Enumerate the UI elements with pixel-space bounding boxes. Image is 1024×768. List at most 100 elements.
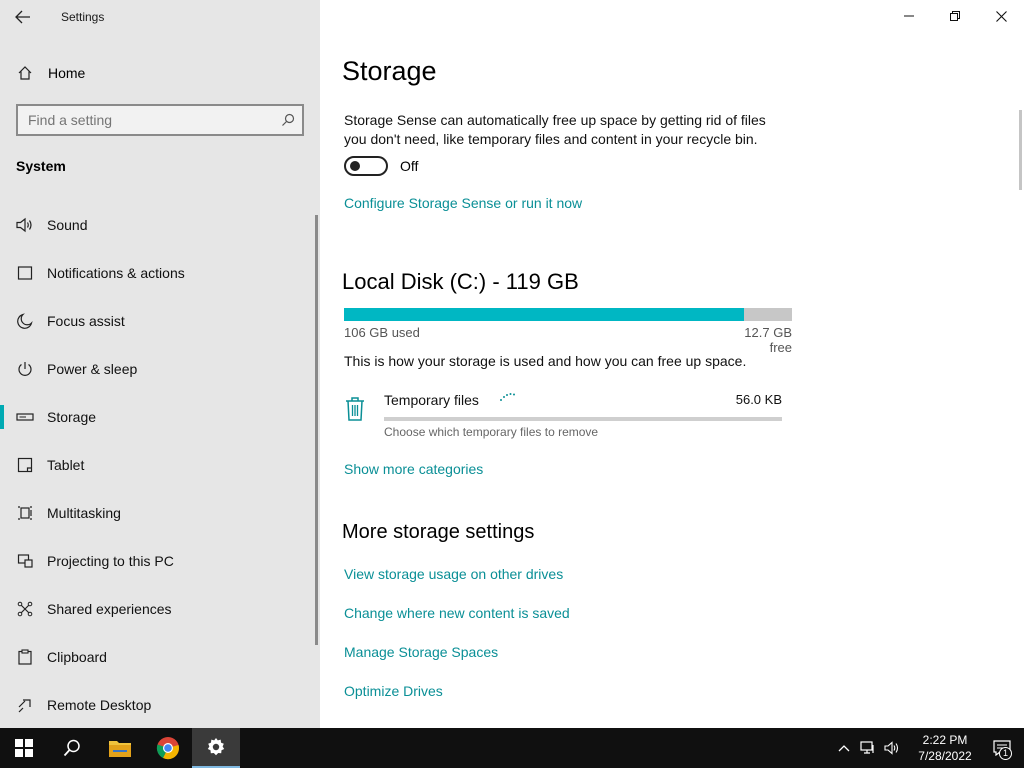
volume-button[interactable] — [880, 728, 904, 768]
sidebar-item-label: Projecting to this PC — [47, 553, 174, 569]
notification-icon — [16, 264, 34, 282]
more-storage-links: View storage usage on other drives Chang… — [344, 566, 570, 722]
sidebar-item-projecting[interactable]: Projecting to this PC — [0, 537, 320, 585]
toggle-state-label: Off — [400, 158, 419, 174]
home-nav-item[interactable]: Home — [0, 56, 320, 90]
manage-storage-spaces-link[interactable]: Manage Storage Spaces — [344, 644, 570, 683]
search-taskbar-button[interactable] — [48, 728, 96, 768]
app-title: Settings — [61, 10, 105, 24]
disk-used-label: 106 GB used — [344, 325, 420, 340]
sidebar-item-tablet[interactable]: Tablet — [0, 441, 320, 489]
search-icon[interactable] — [274, 106, 302, 134]
sidebar-item-label: Shared experiences — [47, 601, 172, 617]
chrome-icon — [156, 737, 179, 760]
windows-logo-icon — [15, 739, 33, 757]
back-button[interactable] — [0, 1, 46, 33]
chrome-button[interactable] — [144, 728, 192, 768]
folder-icon — [109, 741, 131, 757]
disk-title: Local Disk (C:) - 119 GB — [342, 269, 579, 294]
nav-list: Sound Notifications & actions Focus assi… — [0, 201, 320, 728]
main-scrollbar[interactable] — [1019, 110, 1022, 190]
sidebar-item-label: Notifications & actions — [47, 265, 185, 281]
main-content: Storage Storage Sense can automatically … — [320, 0, 1024, 728]
sidebar-item-label: Sound — [47, 217, 88, 233]
minimize-icon — [904, 15, 914, 17]
sidebar-item-label: Power & sleep — [47, 361, 138, 377]
page-title: Storage — [342, 56, 437, 86]
back-arrow-icon — [15, 10, 30, 24]
sidebar-item-label: Multitasking — [47, 505, 121, 521]
sidebar-item-storage[interactable]: Storage — [0, 393, 320, 441]
speaker-icon — [16, 216, 34, 234]
more-storage-settings-heading: More storage settings — [342, 521, 535, 543]
search-icon — [63, 739, 80, 757]
remote-desktop-icon — [16, 696, 34, 714]
sidebar-item-label: Storage — [47, 409, 97, 425]
network-button[interactable] — [856, 728, 880, 768]
start-button[interactable] — [0, 728, 48, 768]
action-center-button[interactable]: 1 — [980, 728, 1024, 768]
view-storage-other-drives-link[interactable]: View storage usage on other drives — [344, 566, 570, 605]
volume-icon — [884, 741, 899, 755]
sidebar-item-notifications[interactable]: Notifications & actions — [0, 249, 320, 297]
shared-experiences-icon — [16, 600, 34, 618]
close-icon — [995, 10, 1007, 22]
sidebar-scrollbar[interactable] — [315, 215, 318, 645]
sidebar-item-multitasking[interactable]: Multitasking — [0, 489, 320, 537]
tablet-icon — [16, 456, 34, 474]
power-icon — [16, 360, 34, 378]
storage-drive-icon — [16, 408, 34, 426]
clipboard-icon — [16, 648, 34, 666]
optimize-drives-link[interactable]: Optimize Drives — [344, 683, 570, 722]
file-explorer-button[interactable] — [96, 728, 144, 768]
search-box[interactable] — [16, 104, 304, 136]
moon-icon — [16, 312, 34, 330]
window-controls — [886, 0, 1024, 32]
minimize-button[interactable] — [886, 0, 932, 32]
toggle-knob — [350, 161, 360, 171]
category-name: Temporary files — [384, 392, 479, 408]
storage-sense-toggle[interactable] — [344, 156, 388, 176]
sidebar-item-label: Tablet — [47, 457, 85, 473]
category-usage-bar — [384, 417, 782, 421]
usage-description: This is how your storage is used and how… — [344, 353, 747, 369]
show-more-categories-link[interactable]: Show more categories — [344, 461, 483, 477]
network-icon — [860, 741, 874, 754]
chevron-up-icon — [838, 745, 850, 752]
category-temporary-files[interactable]: Temporary files 56.0 KB Choose which tem… — [344, 390, 784, 442]
sidebar-item-remote-desktop[interactable]: Remote Desktop — [0, 681, 320, 728]
gear-icon — [207, 738, 225, 756]
category-size: 56.0 KB — [735, 392, 782, 407]
disk-free-label: 12.7 GB free — [744, 325, 792, 355]
sidebar-item-sound[interactable]: Sound — [0, 201, 320, 249]
settings-taskbar-button[interactable] — [192, 728, 240, 768]
section-title: System — [16, 158, 66, 174]
configure-storage-sense-link[interactable]: Configure Storage Sense or run it now — [344, 195, 582, 211]
taskbar: 2:22 PM 7/28/2022 1 — [0, 728, 1024, 768]
notification-count-badge: 1 — [999, 747, 1012, 760]
title-bar: Settings — [0, 0, 320, 34]
multitasking-icon — [16, 504, 34, 522]
sidebar-item-label: Clipboard — [47, 649, 107, 665]
sidebar-item-focus-assist[interactable]: Focus assist — [0, 297, 320, 345]
show-hidden-icons-button[interactable] — [832, 728, 856, 768]
category-subtitle: Choose which temporary files to remove — [384, 425, 599, 439]
taskbar-clock[interactable]: 2:22 PM 7/28/2022 — [910, 732, 980, 764]
storage-sense-toggle-row: Off — [344, 156, 418, 176]
sidebar-item-label: Remote Desktop — [47, 697, 152, 713]
restore-icon — [950, 11, 960, 21]
trash-icon — [344, 396, 366, 422]
clock-time: 2:22 PM — [922, 733, 968, 747]
change-new-content-location-link[interactable]: Change where new content is saved — [344, 605, 570, 644]
close-button[interactable] — [978, 0, 1024, 32]
home-label: Home — [48, 65, 86, 81]
search-input[interactable] — [28, 112, 274, 128]
sidebar-item-label: Focus assist — [47, 313, 125, 329]
disk-usage-fill — [344, 308, 745, 321]
restore-button[interactable] — [932, 0, 978, 32]
sidebar-item-power-sleep[interactable]: Power & sleep — [0, 345, 320, 393]
sidebar-item-shared-experiences[interactable]: Shared experiences — [0, 585, 320, 633]
sidebar-item-clipboard[interactable]: Clipboard — [0, 633, 320, 681]
sidebar: Settings Home System Sound Notifications… — [0, 0, 320, 728]
projecting-icon — [16, 552, 34, 570]
